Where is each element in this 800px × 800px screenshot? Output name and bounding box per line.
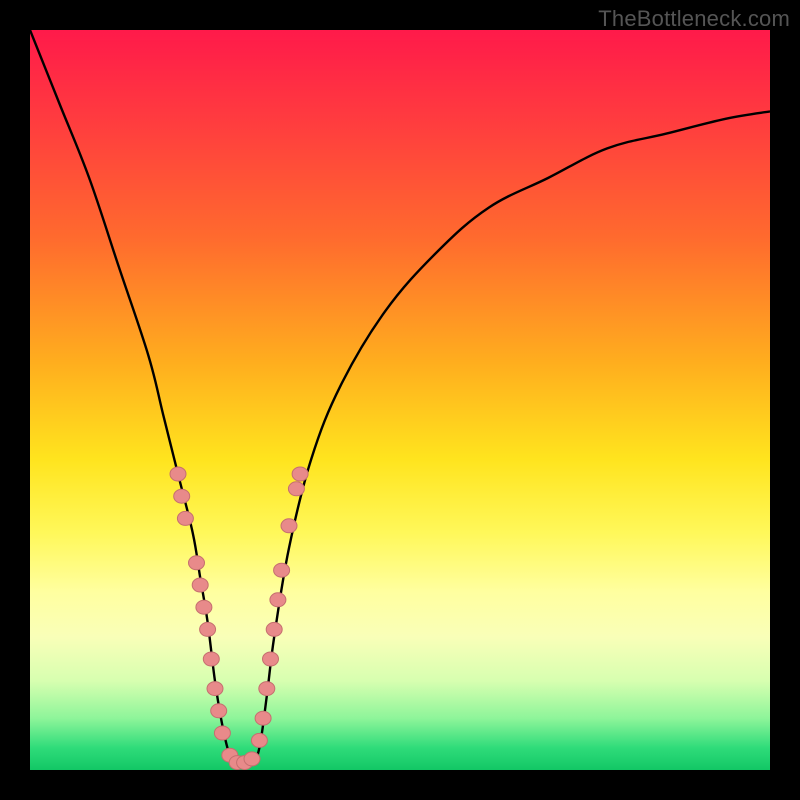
curve-marker <box>200 622 216 636</box>
curve-marker <box>251 733 267 747</box>
curve-marker <box>281 519 297 533</box>
curve-marker <box>196 600 212 614</box>
curve-marker <box>263 652 279 666</box>
curve-marker <box>274 563 290 577</box>
curve-marker <box>244 752 260 766</box>
watermark-text: TheBottleneck.com <box>598 6 790 32</box>
curve-marker <box>192 578 208 592</box>
plot-area <box>30 30 770 770</box>
curve-marker <box>211 704 227 718</box>
curve-marker <box>288 482 304 496</box>
curve-marker <box>174 489 190 503</box>
curve-marker <box>177 511 193 525</box>
curve-marker <box>203 652 219 666</box>
curve-marker <box>259 682 275 696</box>
curve-marker <box>170 467 186 481</box>
curve-marker <box>207 682 223 696</box>
bottleneck-curve <box>30 30 770 764</box>
curve-marker <box>255 711 271 725</box>
chart-svg <box>30 30 770 770</box>
curve-marker <box>214 726 230 740</box>
curve-markers <box>170 467 308 770</box>
curve-marker <box>292 467 308 481</box>
curve-marker <box>189 556 205 570</box>
curve-marker <box>266 622 282 636</box>
curve-marker <box>270 593 286 607</box>
chart-frame: TheBottleneck.com <box>0 0 800 800</box>
